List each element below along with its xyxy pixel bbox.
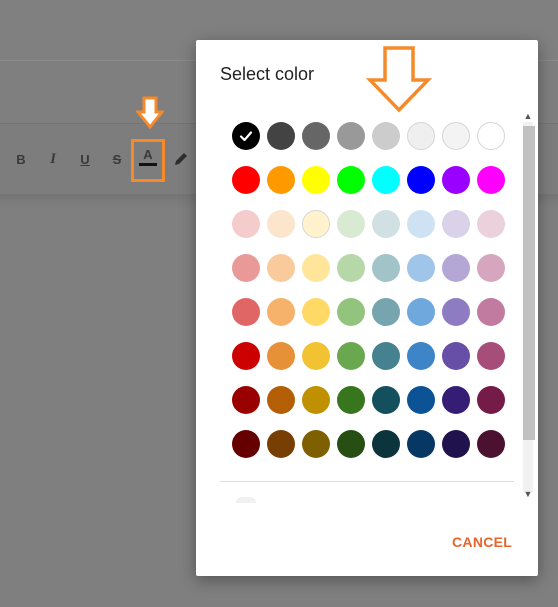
scroll-up-icon[interactable]: ▲ (522, 110, 534, 122)
color-swatch[interactable] (407, 386, 435, 414)
highlight-pen-button[interactable] (168, 146, 194, 172)
color-swatch[interactable] (477, 122, 505, 150)
pen-icon (175, 153, 187, 165)
color-swatch[interactable] (267, 430, 295, 458)
color-swatch[interactable] (337, 166, 365, 194)
checkmark-icon (232, 122, 260, 150)
color-swatch[interactable] (267, 342, 295, 370)
color-swatch[interactable] (372, 122, 400, 150)
color-swatch[interactable] (372, 298, 400, 326)
color-swatch[interactable] (477, 298, 505, 326)
color-swatch[interactable] (267, 298, 295, 326)
color-swatch[interactable] (442, 386, 470, 414)
color-swatch[interactable] (407, 210, 435, 238)
color-swatch[interactable] (232, 342, 260, 370)
strikethrough-label: S (112, 151, 122, 167)
underline-label: U (80, 151, 90, 167)
color-swatch[interactable] (372, 210, 400, 238)
color-swatch[interactable] (267, 254, 295, 282)
text-color-highlight-box (131, 139, 165, 182)
color-swatch[interactable] (372, 166, 400, 194)
color-swatch[interactable] (337, 210, 365, 238)
color-swatch[interactable] (442, 254, 470, 282)
color-swatch[interactable] (442, 342, 470, 370)
cancel-button[interactable]: CANCEL (444, 532, 520, 552)
down-arrow-icon (366, 46, 432, 113)
dialog-title: Select color (220, 64, 315, 84)
color-swatch[interactable] (302, 386, 330, 414)
down-arrow-icon (136, 96, 164, 130)
color-swatch[interactable] (302, 210, 330, 238)
color-swatch[interactable] (477, 210, 505, 238)
color-swatch[interactable] (442, 122, 470, 150)
color-swatch[interactable] (477, 166, 505, 194)
color-swatch[interactable] (372, 430, 400, 458)
color-swatch[interactable] (407, 122, 435, 150)
color-swatch[interactable] (337, 342, 365, 370)
color-swatch[interactable] (267, 210, 295, 238)
scrollbar-thumb[interactable] (523, 126, 535, 440)
italic-button[interactable]: I (40, 146, 66, 172)
color-swatch[interactable] (302, 166, 330, 194)
scroll-down-icon[interactable]: ▼ (522, 488, 534, 500)
color-swatch[interactable] (232, 386, 260, 414)
color-swatch[interactable] (372, 342, 400, 370)
color-swatch[interactable] (337, 122, 365, 150)
custom-color-swatch[interactable] (236, 497, 256, 503)
color-swatch[interactable] (442, 166, 470, 194)
palette-divider (220, 481, 514, 482)
strikethrough-button[interactable]: S (104, 146, 130, 172)
color-swatch[interactable] (302, 122, 330, 150)
color-swatch[interactable] (232, 430, 260, 458)
color-swatch[interactable] (337, 430, 365, 458)
color-swatch[interactable] (267, 122, 295, 150)
color-swatch[interactable] (232, 122, 260, 150)
color-swatch[interactable] (302, 298, 330, 326)
color-swatch[interactable] (477, 254, 505, 282)
underline-button[interactable]: U (72, 146, 98, 172)
italic-label: I (50, 150, 56, 167)
color-swatch[interactable] (477, 342, 505, 370)
color-swatch[interactable] (337, 386, 365, 414)
color-swatch[interactable] (477, 430, 505, 458)
color-swatch[interactable] (477, 386, 505, 414)
color-swatch[interactable] (232, 166, 260, 194)
color-swatch[interactable] (267, 166, 295, 194)
color-swatch[interactable] (372, 254, 400, 282)
color-swatch[interactable] (337, 254, 365, 282)
color-swatch[interactable] (407, 430, 435, 458)
bold-label: B (16, 151, 26, 167)
dialog-scrollbar[interactable]: ▲ ▼ (522, 110, 535, 502)
color-swatch[interactable] (442, 298, 470, 326)
color-swatch[interactable] (372, 386, 400, 414)
color-swatch[interactable] (407, 342, 435, 370)
color-swatch[interactable] (232, 254, 260, 282)
bold-button[interactable]: B (8, 146, 34, 172)
color-swatch[interactable] (302, 342, 330, 370)
color-swatch[interactable] (442, 210, 470, 238)
color-swatch[interactable] (407, 254, 435, 282)
select-color-dialog: Select color ▲ ▼ CANCEL (196, 40, 538, 576)
color-swatch[interactable] (302, 254, 330, 282)
color-swatch[interactable] (267, 386, 295, 414)
color-swatch[interactable] (232, 210, 260, 238)
color-swatch[interactable] (442, 430, 470, 458)
palette-scroll-area[interactable] (220, 118, 510, 508)
color-swatch[interactable] (232, 298, 260, 326)
color-swatch[interactable] (302, 430, 330, 458)
color-swatch[interactable] (337, 298, 365, 326)
color-swatch[interactable] (407, 166, 435, 194)
color-swatch[interactable] (407, 298, 435, 326)
